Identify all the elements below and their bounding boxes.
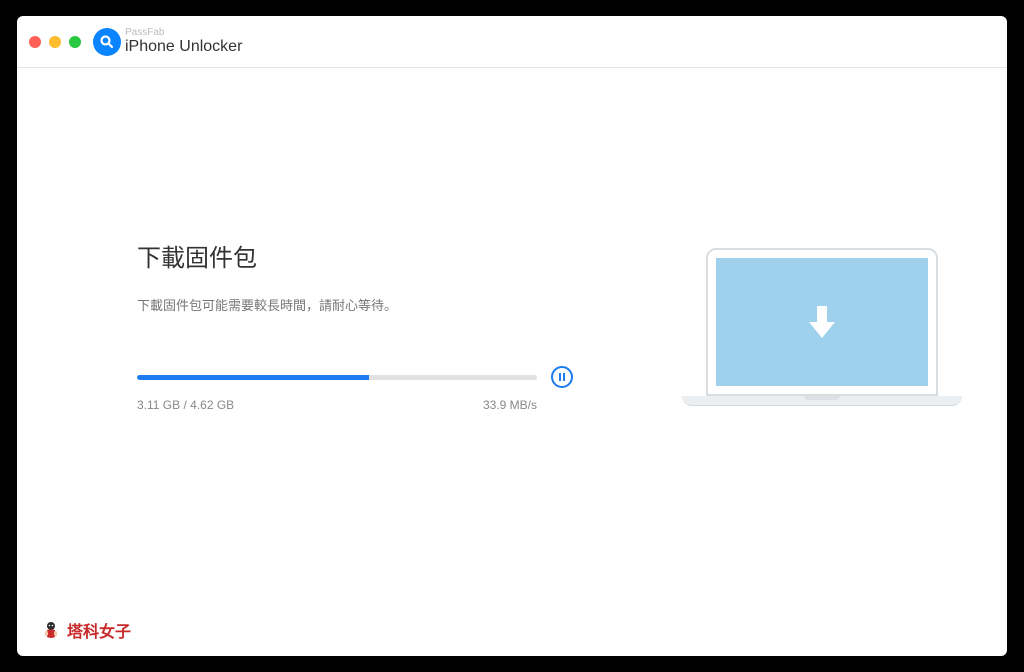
- downloaded-value: 3.11 GB: [137, 398, 180, 412]
- download-arrow-icon: [805, 302, 839, 342]
- close-button[interactable]: [29, 36, 41, 48]
- progress-stats: 3.11 GB / 4.62 GB 33.9 MB/s: [137, 398, 537, 412]
- app-window: PassFab iPhone Unlocker 下載固件包 下載固件包可能需要較…: [17, 16, 1007, 656]
- progress-row: [137, 366, 597, 388]
- pause-icon: [559, 373, 565, 381]
- laptop-icon: [682, 248, 962, 406]
- progress-fill: [137, 375, 369, 380]
- watermark: 塔科女子: [41, 618, 131, 642]
- brand-name: PassFab: [125, 27, 242, 38]
- page-subtitle: 下載固件包可能需要較長時間，請耐心等待。: [137, 295, 597, 314]
- download-pane: 下載固件包 下載固件包可能需要較長時間，請耐心等待。 3.11 GB / 4.6…: [137, 238, 597, 412]
- minimize-button[interactable]: [49, 36, 61, 48]
- laptop-illustration: [682, 248, 962, 406]
- traffic-lights: [29, 36, 81, 48]
- watermark-text: 塔科女子: [67, 618, 131, 642]
- maximize-button[interactable]: [69, 36, 81, 48]
- download-speed: 33.9 MB/s: [483, 398, 537, 412]
- titlebar: PassFab iPhone Unlocker: [17, 16, 1007, 68]
- main-content: 下載固件包 下載固件包可能需要較長時間，請耐心等待。 3.11 GB / 4.6…: [17, 68, 1007, 412]
- app-logo-icon: [93, 28, 121, 56]
- progress-size: 3.11 GB / 4.62 GB: [137, 398, 234, 412]
- app-title-block: PassFab iPhone Unlocker: [125, 27, 242, 56]
- progress-bar: [137, 375, 537, 380]
- pause-button[interactable]: [551, 366, 573, 388]
- page-title: 下載固件包: [137, 238, 597, 273]
- size-separator: /: [180, 398, 190, 412]
- app-name: iPhone Unlocker: [125, 38, 242, 56]
- total-value: 4.62 GB: [190, 398, 234, 412]
- watermark-icon: [41, 620, 61, 640]
